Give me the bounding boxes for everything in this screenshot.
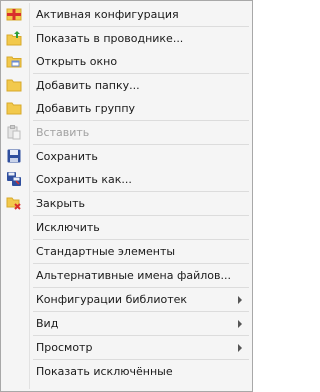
menu-item-12[interactable]: Сохранить как... — [1, 168, 252, 191]
menu-item-label: Добавить группу — [36, 102, 136, 115]
menu-item-label: Активная конфигурация — [36, 8, 179, 21]
menu-item-16[interactable]: Исключить — [1, 216, 252, 239]
menu-item-label: Альтернативные имена файлов... — [36, 269, 231, 282]
menu-item-label: Исключить — [36, 221, 100, 234]
save-icon — [6, 148, 22, 164]
close-folder-icon — [6, 195, 22, 211]
menu-item-label: Показать в проводнике... — [36, 32, 184, 45]
menu-item-20[interactable]: Альтернативные имена файлов... — [1, 264, 252, 287]
submenu-arrow-icon — [238, 296, 242, 304]
menu-item-26[interactable]: Просмотр — [1, 336, 252, 359]
menu-item-label: Добавить папку... — [36, 79, 140, 92]
folder-icon — [6, 77, 22, 93]
menu-item-4[interactable]: Открыть окно — [1, 50, 252, 73]
menu-item-label: Конфигурации библиотек — [36, 293, 188, 306]
folder-up-arrow-icon — [6, 30, 22, 46]
menu-item-22[interactable]: Конфигурации библиотек — [1, 288, 252, 311]
open-window-icon — [6, 53, 22, 69]
active-config-icon — [6, 6, 22, 22]
menu-item-24[interactable]: Вид — [1, 312, 252, 335]
menu-item-7[interactable]: Добавить группу — [1, 97, 252, 120]
menu-item-9: Вставить — [1, 121, 252, 144]
submenu-arrow-icon — [238, 320, 242, 328]
menu-item-label: Открыть окно — [36, 55, 118, 68]
menu-item-label: Просмотр — [36, 341, 93, 354]
menu-item-label: Сохранить — [36, 150, 98, 163]
menu-item-label: Показать исключённые — [36, 365, 173, 378]
menu-item-label: Вставить — [36, 126, 90, 139]
submenu-arrow-icon — [238, 344, 242, 352]
menu-item-1[interactable]: Активная конфигурация — [1, 3, 252, 26]
menu-item-3[interactable]: Показать в проводнике... — [1, 27, 252, 50]
menu-item-label: Вид — [36, 317, 59, 330]
save-as-icon — [6, 171, 22, 187]
menu-item-18[interactable]: Стандартные элементы — [1, 240, 252, 263]
menu-item-6[interactable]: Добавить папку... — [1, 74, 252, 97]
menu-item-label: Закрыть — [36, 197, 85, 210]
menu-item-28[interactable]: Показать исключённые — [1, 360, 252, 383]
menu-item-14[interactable]: Закрыть — [1, 192, 252, 215]
folder-icon — [6, 100, 22, 116]
context-menu: Активная конфигурация Показать в проводни… — [0, 0, 253, 392]
menu-item-11[interactable]: Сохранить — [1, 145, 252, 168]
menu-item-label: Сохранить как... — [36, 173, 132, 186]
menu-item-label: Стандартные элементы — [36, 245, 176, 258]
paste-icon — [6, 124, 22, 140]
